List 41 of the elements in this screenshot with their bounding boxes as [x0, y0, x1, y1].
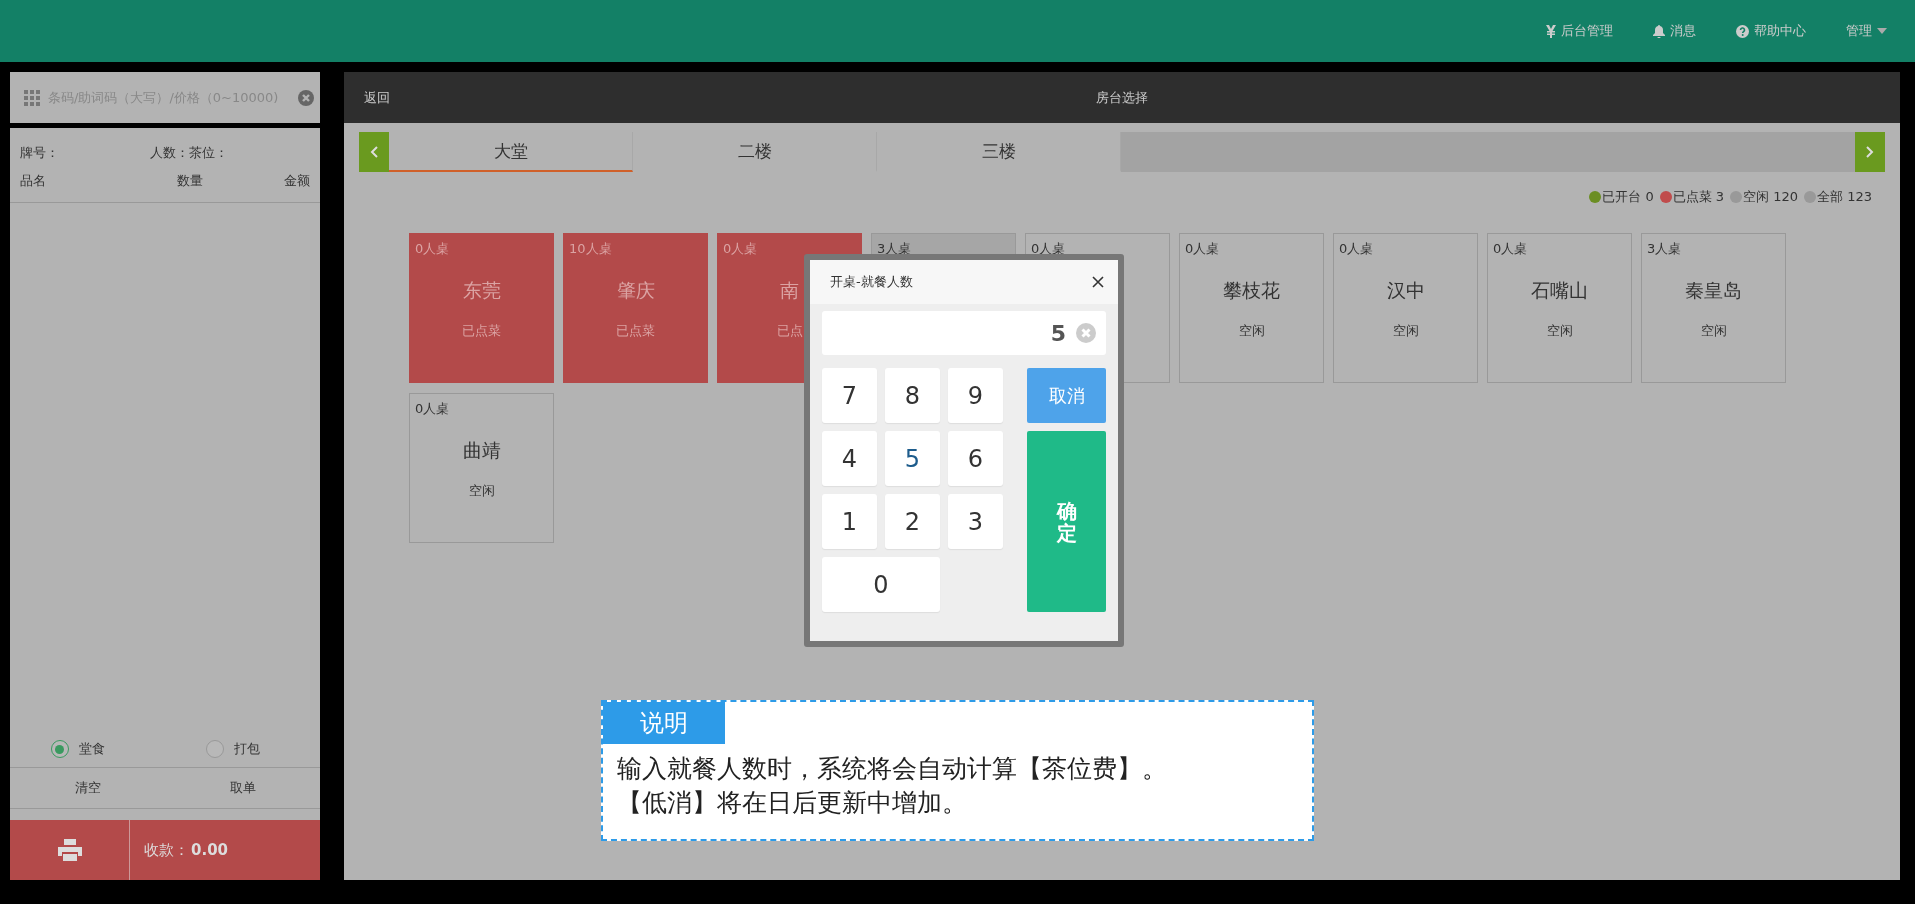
column-header: 金额 — [284, 172, 310, 190]
table-status: 空闲 — [1392, 323, 1419, 338]
table-status: 空闲 — [1546, 323, 1573, 338]
table-status: 空闲 — [1238, 323, 1265, 338]
count-value: 5 — [1050, 320, 1066, 346]
table-name: 肇庆 — [616, 279, 655, 301]
legend-label: 已点菜 3 — [1672, 188, 1725, 206]
legend-label: 已开台 0 — [1602, 188, 1654, 206]
note-text: 输入就餐人数时，系统将会自动计算【茶位费】。 — [617, 753, 1168, 785]
legend-label: 空闲 120 — [1743, 188, 1799, 206]
table-status: 已点菜 — [616, 323, 655, 338]
page-title: 房台选择 — [1096, 89, 1148, 105]
table-name: 曲靖 — [462, 439, 501, 461]
table-status: 已点 — [776, 323, 803, 338]
guest-count-label: 人数： — [150, 144, 189, 162]
note-title: 说明 — [603, 702, 725, 744]
seat-count: 0人桌 — [723, 240, 758, 258]
table-status: 空闲 — [1700, 323, 1727, 338]
seat-count: 0人桌 — [1339, 240, 1374, 258]
table-status: 已点菜 — [462, 323, 501, 338]
seat-count: 0人桌 — [1031, 240, 1066, 258]
table-status: 空闲 — [468, 483, 495, 498]
tea-fee-label: 茶位： — [189, 144, 228, 162]
table-name: 东莞 — [462, 279, 501, 301]
column-header: 品名 — [20, 172, 46, 190]
table-name: 石嘴山 — [1531, 279, 1588, 301]
note-text: 【低消】将在日后更新中增加。 — [617, 787, 968, 819]
seat-count: 0人桌 — [415, 400, 450, 418]
seat-count: 10人桌 — [569, 240, 612, 258]
legend-label: 全部 123 — [1817, 188, 1872, 206]
seat-count: 3人桌 — [1647, 240, 1682, 258]
table-name: 攀枝花 — [1223, 279, 1280, 301]
table-name: 汉中 — [1386, 279, 1425, 301]
table-name: 南 — [780, 279, 799, 301]
table-name: 秦皇岛 — [1685, 279, 1742, 301]
seat-count: 0人桌 — [1185, 240, 1220, 258]
table-number-label: 牌号： — [20, 144, 60, 162]
seat-count: 0人桌 — [1493, 240, 1528, 258]
seat-count: 0人桌 — [415, 240, 450, 258]
seat-count: 3人桌 — [877, 240, 912, 258]
column-header: 数量 — [177, 172, 203, 190]
